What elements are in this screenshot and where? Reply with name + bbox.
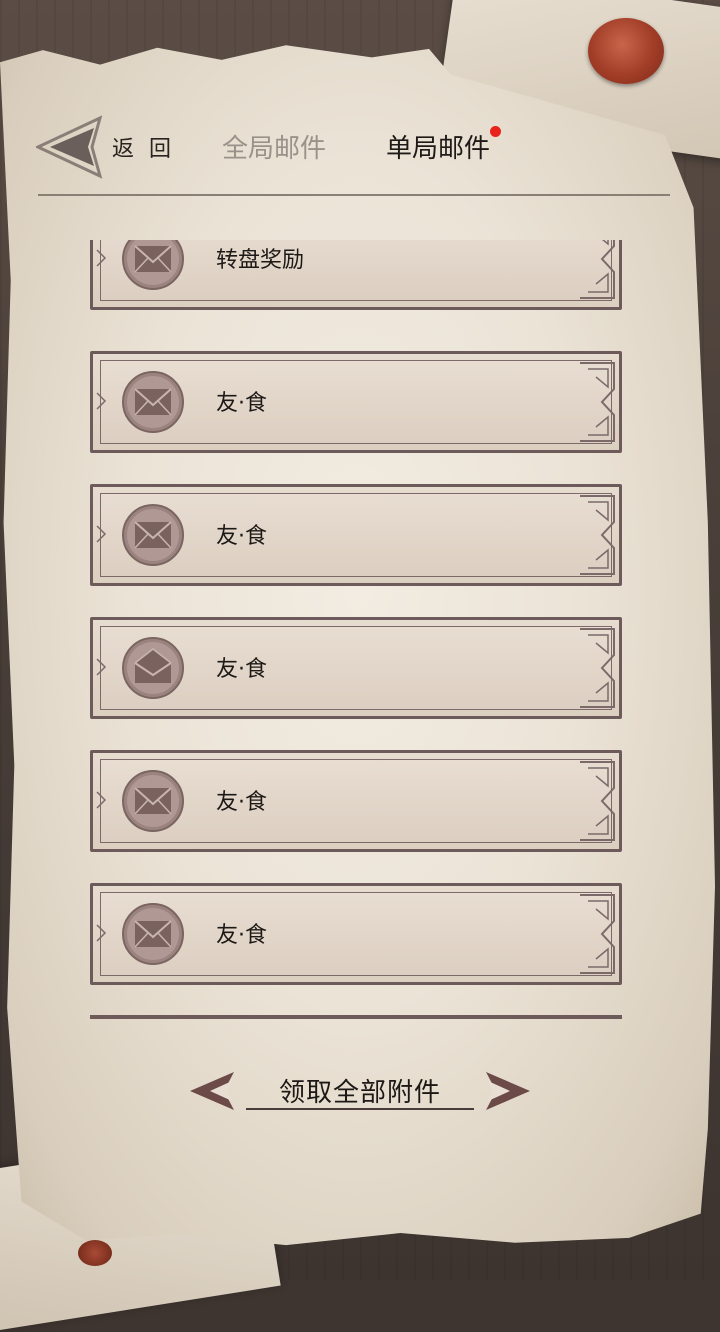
claim-all-button[interactable]: 领取全部附件	[188, 1060, 532, 1120]
corner-ornament-icon	[580, 628, 615, 708]
claim-all-label: 领取全部附件	[278, 1078, 441, 1108]
chevron-right-icon	[96, 791, 107, 809]
tab-global-mail[interactable]: 全局邮件	[222, 128, 326, 165]
claim-underline	[246, 1108, 474, 1110]
envelope-closed-icon	[122, 903, 184, 965]
chevron-right-icon	[96, 658, 107, 676]
corner-ornament-icon	[580, 495, 615, 575]
chevron-right-icon	[96, 525, 107, 543]
mail-list-item[interactable]: 友·食	[90, 750, 622, 852]
notification-dot	[490, 126, 501, 137]
arrow-left-icon	[190, 1072, 234, 1110]
mail-title: 友·食	[216, 657, 267, 682]
envelope-open-icon	[122, 637, 184, 699]
mail-list-item[interactable]: 友·食	[90, 484, 622, 586]
tab-single-game-mail[interactable]: 单局邮件	[386, 128, 490, 165]
arrow-right-icon	[486, 1072, 530, 1110]
header-divider	[38, 194, 670, 196]
mail-title: 转盘奖励	[216, 248, 305, 273]
wax-seal-icon	[588, 18, 664, 84]
envelope-closed-icon	[122, 371, 184, 433]
mail-title: 友·食	[216, 391, 267, 416]
chevron-right-icon	[96, 249, 107, 267]
envelope-closed-icon	[122, 770, 184, 832]
mail-list-item[interactable]: 转盘奖励	[90, 240, 622, 310]
chevron-right-icon	[96, 924, 107, 942]
mail-title: 友·食	[216, 524, 267, 549]
envelope-closed-icon	[122, 504, 184, 566]
corner-ornament-icon	[580, 894, 615, 974]
chevron-right-icon	[96, 392, 107, 410]
corner-ornament-icon	[580, 240, 615, 299]
back-button[interactable]: 返 回	[36, 114, 176, 180]
mail-list-item[interactable]: 友·食	[90, 883, 622, 985]
corner-ornament-icon	[580, 761, 615, 841]
corner-ornament-icon	[580, 362, 615, 442]
back-arrow-icon	[36, 115, 103, 179]
mail-list[interactable]: 转盘奖励 友·食 友·食 友·食 友·食 友·食	[88, 240, 628, 1020]
envelope-closed-icon	[122, 240, 184, 290]
small-wax-seal-icon	[78, 1240, 112, 1266]
list-bottom-divider	[90, 1015, 622, 1019]
mail-title: 友·食	[216, 790, 267, 815]
mail-list-item[interactable]: 友·食	[90, 351, 622, 453]
mail-title: 友·食	[216, 923, 267, 948]
back-label: 返 回	[112, 137, 175, 162]
mail-list-item[interactable]: 友·食	[90, 617, 622, 719]
